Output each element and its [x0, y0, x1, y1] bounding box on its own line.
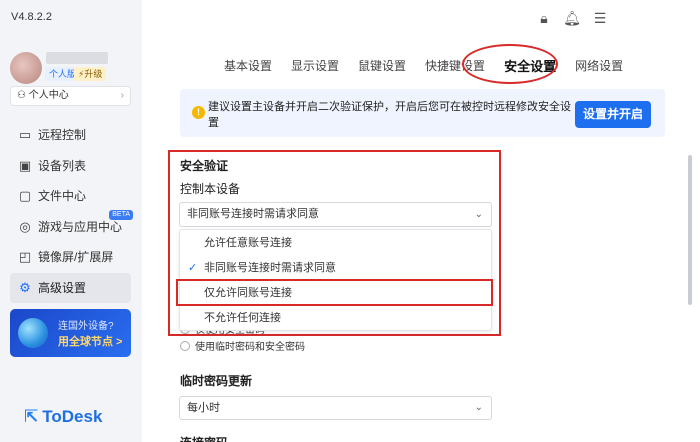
menu-icon[interactable]: ☰: [586, 10, 614, 27]
beta-badge: BETA: [109, 209, 133, 220]
sidebar-item-label: 设备列表: [38, 158, 87, 173]
sidebar-item-advanced-settings[interactable]: ⚙ 高级设置: [10, 272, 131, 303]
gamepad-icon: ◎: [19, 218, 31, 234]
sidebar-item-label: 文件中心: [38, 189, 87, 204]
sidebar-item-label: 远程控制: [38, 128, 87, 142]
sidebar-nav: ▭ 远程控制 ▣ 设备列表 ▢ 文件中心 ◎ 游戏与应用中心 BETA ◰ 镜像…: [10, 120, 133, 304]
checkmark-icon: ✓: [188, 262, 198, 274]
cast-icon: ◰: [18, 249, 32, 265]
sidebar-item-mirror-screen[interactable]: ◰ 镜像屏/扩展屏: [10, 242, 131, 272]
user-icon: ⚇: [17, 90, 29, 101]
window-toolbar: 🔒︎ 🔔︎ ☰: [530, 10, 614, 27]
lock-icon[interactable]: 🔒︎: [530, 10, 558, 27]
device-list-icon: ▣: [18, 157, 32, 173]
security-notice-banner: ! 建议设置主设备并开启二次验证保护，开启后您可在被控时远程修改安全设置 设置并…: [180, 89, 665, 137]
same-account-option-highlight-box: [176, 279, 493, 306]
username-blurred: [46, 52, 108, 64]
security-tab-highlight-circle: [462, 44, 558, 84]
logo-text: ToDesk: [42, 407, 103, 426]
temp-password-update-select[interactable]: 每小时 ⌄: [179, 396, 492, 420]
sidebar: V4.8.2.2 个人版 ⚡升级 ⚇ 个人中心 › ▭ 远程控制 ▣ 设备列表 …: [0, 0, 142, 442]
global-node-promo[interactable]: 连国外设备? 用全球节点 >: [10, 309, 131, 357]
radio-temp-and-safe-password[interactable]: 使用临时密码和安全密码: [180, 341, 305, 355]
todesk-logo: ⇱ ToDesk: [24, 406, 102, 428]
sidebar-item-remote-control[interactable]: ▭ 远程控制: [10, 120, 131, 150]
tab-network-settings[interactable]: 网络设置: [575, 57, 623, 75]
control-this-device-label: 控制本设备: [180, 182, 241, 196]
option-deny-all[interactable]: 不允许任何连接: [180, 306, 491, 331]
setup-enable-button[interactable]: 设置并开启: [575, 101, 651, 128]
sidebar-item-label: 镜像屏/扩展屏: [38, 250, 114, 265]
option-request-consent[interactable]: ✓ 非同账号连接时需请求同意: [180, 256, 491, 281]
option-label: 不允许任何连接: [204, 312, 281, 324]
sidebar-item-file-center[interactable]: ▢ 文件中心: [10, 181, 131, 211]
security-verification-title: 安全验证: [180, 159, 229, 173]
personal-center-button[interactable]: ⚇ 个人中心 ›: [10, 86, 131, 106]
warning-icon: !: [192, 106, 205, 119]
tab-basic-settings[interactable]: 基本设置: [224, 57, 272, 75]
chevron-right-icon: ›: [120, 90, 124, 101]
globe-icon: [18, 318, 48, 348]
select-value: 每小时: [187, 402, 220, 414]
scrollbar[interactable]: [688, 155, 692, 305]
radio-button[interactable]: [180, 341, 190, 351]
todesk-logo-icon: ⇱: [24, 407, 39, 426]
avatar[interactable]: [10, 52, 42, 84]
option-label: 非同账号连接时需请求同意: [204, 262, 336, 274]
tab-mouse-keyboard-settings[interactable]: 鼠键设置: [358, 57, 406, 75]
chevron-down-icon: ⌄: [474, 402, 483, 413]
select-value: 非同账号连接时需请求同意: [187, 208, 319, 220]
connection-permission-select[interactable]: 非同账号连接时需请求同意 ⌄: [179, 202, 492, 227]
option-allow-any-account[interactable]: 允许任意账号连接: [180, 231, 491, 256]
temp-password-update-title: 临时密码更新: [180, 374, 253, 388]
chevron-down-icon: ⌄: [474, 209, 483, 220]
promo-line2: 用全球节点 >: [58, 336, 123, 348]
upgrade-badge[interactable]: ⚡升级: [74, 67, 107, 81]
connection-password-title: 连接密码: [180, 434, 228, 442]
version-label: V4.8.2.2: [11, 11, 52, 23]
monitor-icon: ▭: [18, 127, 32, 142]
radio-label: 使用临时密码和安全密码: [195, 342, 305, 353]
sidebar-item-label: 高级设置: [38, 280, 87, 295]
bell-icon[interactable]: 🔔︎: [558, 10, 586, 27]
settings-tabs: 基本设置 显示设置 鼠键设置 快捷键设置 安全设置 网络设置: [224, 57, 642, 75]
gear-icon: ⚙: [19, 279, 31, 295]
sidebar-item-device-list[interactable]: ▣ 设备列表: [10, 151, 131, 181]
notice-text: 建议设置主设备并开启二次验证保护，开启后您可在被控时远程修改安全设置: [208, 101, 571, 129]
tab-display-settings[interactable]: 显示设置: [291, 57, 339, 75]
personal-center-label: 个人中心: [28, 90, 69, 101]
folder-icon: ▢: [18, 188, 32, 204]
promo-line1: 连国外设备?: [58, 321, 114, 332]
sidebar-item-label: 游戏与应用中心: [38, 219, 123, 234]
option-label: 允许任意账号连接: [204, 237, 292, 249]
sidebar-item-game-center[interactable]: ◎ 游戏与应用中心 BETA: [10, 209, 133, 242]
